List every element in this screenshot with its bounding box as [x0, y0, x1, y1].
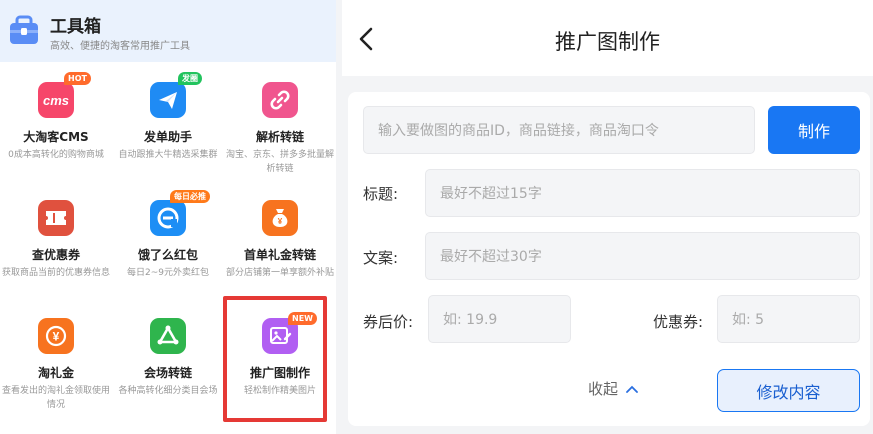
- recycle-icon: [150, 318, 186, 354]
- tool-description: 自动跟推大牛精选采集群: [118, 150, 218, 160]
- tool-item[interactable]: cms HOT 大淘客CMS 0成本高转化的购物商城: [0, 62, 112, 187]
- collapse-label: 收起: [588, 380, 619, 398]
- tool-name: 查优惠券: [31, 248, 80, 262]
- tool-item[interactable]: 解析转链淘宝、京东、拼多多批量解析转链: [224, 62, 336, 187]
- coupon-input[interactable]: 如: 5: [717, 295, 860, 343]
- eleme-icon: [150, 200, 186, 236]
- tool-name: 淘礼金: [37, 366, 74, 380]
- tool-description: 淘宝、京东、拼多多批量解析转链: [226, 150, 335, 174]
- toolbox-panel: 工具箱 高效、便捷的淘客常用推广工具 cms HOT 大淘客CMS 0成本高转化的购物…: [0, 0, 336, 434]
- tool-item[interactable]: ¥ 淘礼金查看发出的淘礼金领取使用情况: [0, 298, 112, 423]
- svg-text:¥: ¥: [53, 330, 60, 344]
- toolbox-title: 工具箱: [50, 17, 101, 37]
- price-input[interactable]: 如: 19.9: [428, 295, 571, 343]
- copy-label: 文案:: [363, 249, 399, 267]
- coupon-label: 优惠券:: [653, 313, 704, 331]
- tool-name: 解析转链: [255, 130, 304, 144]
- make-button[interactable]: 制作: [768, 106, 860, 154]
- link-icon: [262, 82, 298, 118]
- title-input[interactable]: 最好不超过15字: [425, 169, 860, 217]
- product-link-input[interactable]: 输入要做图的商品ID，商品链接，商品淘口令: [363, 106, 755, 154]
- poster-maker-panel: 推广图制作 输入要做图的商品ID，商品链接，商品淘口令 制作 标题: 最好不超过…: [342, 0, 873, 434]
- modify-content-button[interactable]: 修改内容: [717, 369, 860, 412]
- tool-item[interactable]: 发圈发单助手自动跟推大牛精选采集群: [112, 62, 224, 187]
- page-title: 推广图制作: [555, 30, 660, 54]
- collapse-toggle[interactable]: 收起: [588, 378, 639, 399]
- copy-input[interactable]: 最好不超过30字: [425, 232, 860, 280]
- tool-name: 饿了么红包: [137, 248, 198, 262]
- toolbox-header: 工具箱 高效、便捷的淘客常用推广工具: [0, 0, 336, 62]
- tool-description: 获取商品当前的优惠券信息: [2, 268, 111, 278]
- toolbox-icon: [10, 15, 38, 44]
- selected-tool-highlight: [223, 296, 327, 422]
- tool-description: 查看发出的淘礼金领取使用情况: [2, 386, 111, 410]
- price-label: 券后价:: [363, 313, 414, 331]
- top-bar: 推广图制作: [342, 0, 873, 76]
- tool-item[interactable]: 查优惠券获取商品当前的优惠券信息: [0, 180, 112, 305]
- cms-icon: cms: [38, 82, 74, 118]
- chevron-up-icon: [625, 385, 638, 393]
- tool-name: 大淘客CMS: [23, 130, 89, 144]
- money-bag-icon: ¥: [262, 200, 298, 236]
- toolbox-subtitle: 高效、便捷的淘客常用推广工具: [50, 41, 190, 52]
- form-card: 输入要做图的商品ID，商品链接，商品淘口令 制作 标题: 最好不超过15字 文案…: [348, 92, 870, 426]
- tool-description: 部分店铺第一单享额外补贴: [226, 268, 335, 278]
- tool-description: 各种高转化细分类目会场: [118, 386, 218, 396]
- paper-plane-icon: [150, 82, 186, 118]
- tool-badge: 每日必推: [170, 190, 210, 203]
- tool-name: 会场转链: [143, 366, 192, 380]
- tool-item[interactable]: ¥ 首单礼金转链部分店铺第一单享额外补贴: [224, 180, 336, 305]
- svg-text:¥: ¥: [278, 217, 283, 226]
- tool-item[interactable]: 会场转链各种高转化细分类目会场: [112, 298, 224, 423]
- tool-name: 发单助手: [143, 130, 192, 144]
- tool-badge: 发圈: [178, 72, 202, 85]
- tool-description: 每日2~9元外卖红包: [127, 268, 209, 278]
- yen-coin-icon: ¥: [38, 318, 74, 354]
- tool-description: 0成本高转化的购物商城: [8, 150, 104, 160]
- tool-badge: HOT: [64, 72, 91, 85]
- tool-item[interactable]: 每日必推饿了么红包每日2~9元外卖红包: [112, 180, 224, 305]
- coupon-ticket-icon: [38, 200, 74, 236]
- title-label: 标题:: [363, 185, 399, 203]
- tool-name: 首单礼金转链: [243, 248, 316, 262]
